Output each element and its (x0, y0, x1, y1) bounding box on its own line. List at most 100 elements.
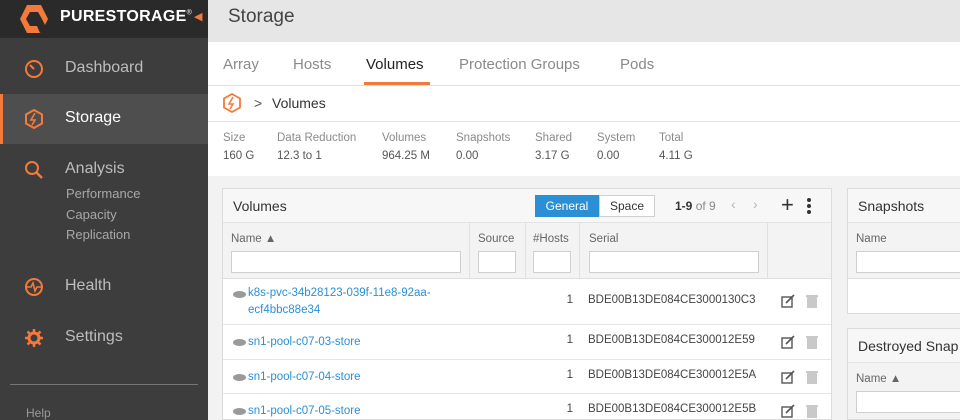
tab-hosts[interactable]: Hosts (293, 56, 331, 73)
delete-icon[interactable] (806, 294, 818, 308)
analysis-magnifier-icon (25, 161, 43, 179)
breadcrumb-separator: > (254, 95, 263, 111)
delete-icon[interactable] (806, 335, 818, 349)
tab-pods[interactable]: Pods (620, 56, 654, 73)
serial-filter-input[interactable] (589, 251, 759, 273)
table-row: sn1-pool-c07-04-store 1 BDE00B13DE084CE3… (223, 360, 831, 394)
hosts-filter-input[interactable] (533, 251, 571, 273)
stat-size: Size 160 G (223, 132, 255, 162)
sidebar-item-dashboard[interactable]: Dashboard (0, 44, 208, 94)
breadcrumb-current: Volumes (272, 95, 326, 111)
source-filter-input[interactable] (478, 251, 516, 273)
view-general-button[interactable]: General (535, 195, 599, 217)
collapse-sidebar-icon[interactable]: ◀ (194, 10, 202, 23)
edit-icon[interactable] (781, 370, 795, 384)
help-link[interactable]: Help (26, 406, 51, 420)
tab-volumes[interactable]: Volumes (366, 56, 424, 73)
stat-data-reduction: Data Reduction 12.3 to 1 (277, 132, 357, 162)
health-pulse-icon (25, 278, 43, 296)
column-name[interactable]: Name ▲ (856, 373, 901, 385)
tab-array[interactable]: Array (223, 56, 259, 73)
sidebar-item-label: Health (65, 277, 112, 294)
column-divider (525, 223, 526, 279)
storage-hexagon-icon (25, 109, 43, 129)
volume-hosts: 1 (566, 369, 573, 381)
delete-icon[interactable] (806, 370, 818, 384)
edit-icon[interactable] (781, 404, 795, 418)
volume-name-link[interactable]: sn1-pool-c07-04-store (248, 369, 463, 386)
pager-info: 1-9 of 9 (675, 199, 716, 213)
snapshots-panel-title: Snapshots (858, 198, 925, 214)
sidebar-item-label: Analysis (65, 160, 125, 177)
tab-protection-groups[interactable]: Protection Groups (459, 56, 580, 73)
dashboard-gauge-icon (25, 60, 43, 78)
storage-hexagon-icon[interactable] (222, 93, 242, 113)
volume-name-link[interactable]: sn1-pool-c07-03-store (248, 334, 463, 351)
sidebar-item-label: Dashboard (65, 59, 144, 76)
capacity-stats: Size 160 G Data Reduction 12.3 to 1 Volume… (208, 122, 960, 176)
destroyed-panel-title: Destroyed Snap (858, 338, 959, 354)
column-divider (767, 223, 768, 279)
column-name[interactable]: Name (856, 233, 887, 245)
volume-name-link[interactable]: k8s-pvc-34b28123-039f-11e8-92aa-ecf4bbc8… (248, 285, 463, 319)
stat-total: Total 4.11 G (659, 132, 693, 162)
destroyed-table-header: Name ▲ (848, 363, 960, 419)
sidebar-subitem-capacity[interactable]: Capacity (66, 207, 117, 222)
volumes-panel-header: Volumes General Space 1-9 of 9 ‹ › + (223, 189, 831, 223)
volume-hosts: 1 (566, 403, 573, 415)
volume-disk-icon (233, 408, 246, 415)
column-divider (579, 223, 580, 279)
sidebar-subitem-replication[interactable]: Replication (66, 227, 130, 242)
volume-hosts: 1 (566, 334, 573, 346)
name-filter-input[interactable] (231, 251, 461, 273)
sidebar: PURESTORAGE® ◀ Dashboard Storage Analysi… (0, 0, 208, 420)
destroyed-name-filter-input[interactable] (856, 391, 960, 413)
logo-bar: PURESTORAGE® ◀ (0, 0, 208, 38)
volumes-panel: Volumes General Space 1-9 of 9 ‹ › + Nam… (222, 188, 832, 420)
sidebar-item-storage[interactable]: Storage (0, 94, 208, 144)
stat-snapshots: Snapshots 0.00 (456, 132, 511, 162)
column-name[interactable]: Name ▲ (231, 233, 276, 245)
sidebar-item-health[interactable]: Health (0, 262, 208, 312)
column-source[interactable]: Source (478, 233, 514, 245)
table-row: sn1-pool-c07-05-store 1 BDE00B13DE084CE3… (223, 394, 831, 419)
volume-serial: BDE00B13DE084CE300012E5B (588, 403, 757, 415)
next-page-icon[interactable]: › (753, 196, 758, 212)
volume-name-link[interactable]: sn1-pool-c07-05-store (248, 403, 463, 419)
brand-name: PURESTORAGE® (60, 8, 193, 25)
volume-serial: BDE00B13DE084CE3000130C3 (588, 294, 756, 306)
volume-disk-icon (233, 339, 246, 346)
breadcrumb: > Volumes (208, 86, 960, 122)
sidebar-item-label: Settings (65, 328, 123, 345)
purestorage-logo-icon (20, 5, 48, 33)
add-volume-icon[interactable]: + (781, 192, 794, 218)
volume-serial: BDE00B13DE084CE300012E5A (588, 369, 757, 381)
prev-page-icon[interactable]: ‹ (731, 196, 736, 212)
sidebar-subitem-performance[interactable]: Performance (66, 186, 140, 201)
page-title: Storage (228, 6, 295, 27)
volume-disk-icon (233, 291, 246, 298)
destroyed-panel-header: Destroyed Snap (848, 329, 960, 363)
stat-shared: Shared 3.17 G (535, 132, 573, 162)
more-options-icon[interactable] (805, 198, 813, 216)
delete-icon[interactable] (806, 404, 818, 418)
snapshots-panel: Snapshots Name (847, 188, 960, 314)
table-row: k8s-pvc-34b28123-039f-11e8-92aa-ecf4bbc8… (223, 279, 831, 325)
edit-icon[interactable] (781, 335, 795, 349)
volume-hosts: 1 (566, 294, 573, 306)
column-serial[interactable]: Serial (589, 233, 618, 245)
column-hosts[interactable]: #Hosts (533, 233, 569, 245)
sidebar-item-label: Storage (65, 109, 122, 126)
sidebar-divider (10, 384, 198, 385)
page-header: Storage (208, 0, 960, 42)
snapshot-name-filter-input[interactable] (856, 251, 960, 273)
edit-icon[interactable] (781, 294, 795, 308)
view-space-button[interactable]: Space (599, 195, 655, 217)
stat-volumes: Volumes 964.25 M (382, 132, 430, 162)
column-divider (469, 223, 470, 279)
sidebar-item-settings[interactable]: Settings (0, 313, 208, 363)
table-row: sn1-pool-c07-03-store 1 BDE00B13DE084CE3… (223, 325, 831, 360)
destroyed-snapshots-panel: Destroyed Snap Name ▲ (847, 328, 960, 420)
tab-bar: Array Hosts Volumes Protection Groups Po… (208, 42, 960, 86)
volume-disk-icon (233, 374, 246, 381)
